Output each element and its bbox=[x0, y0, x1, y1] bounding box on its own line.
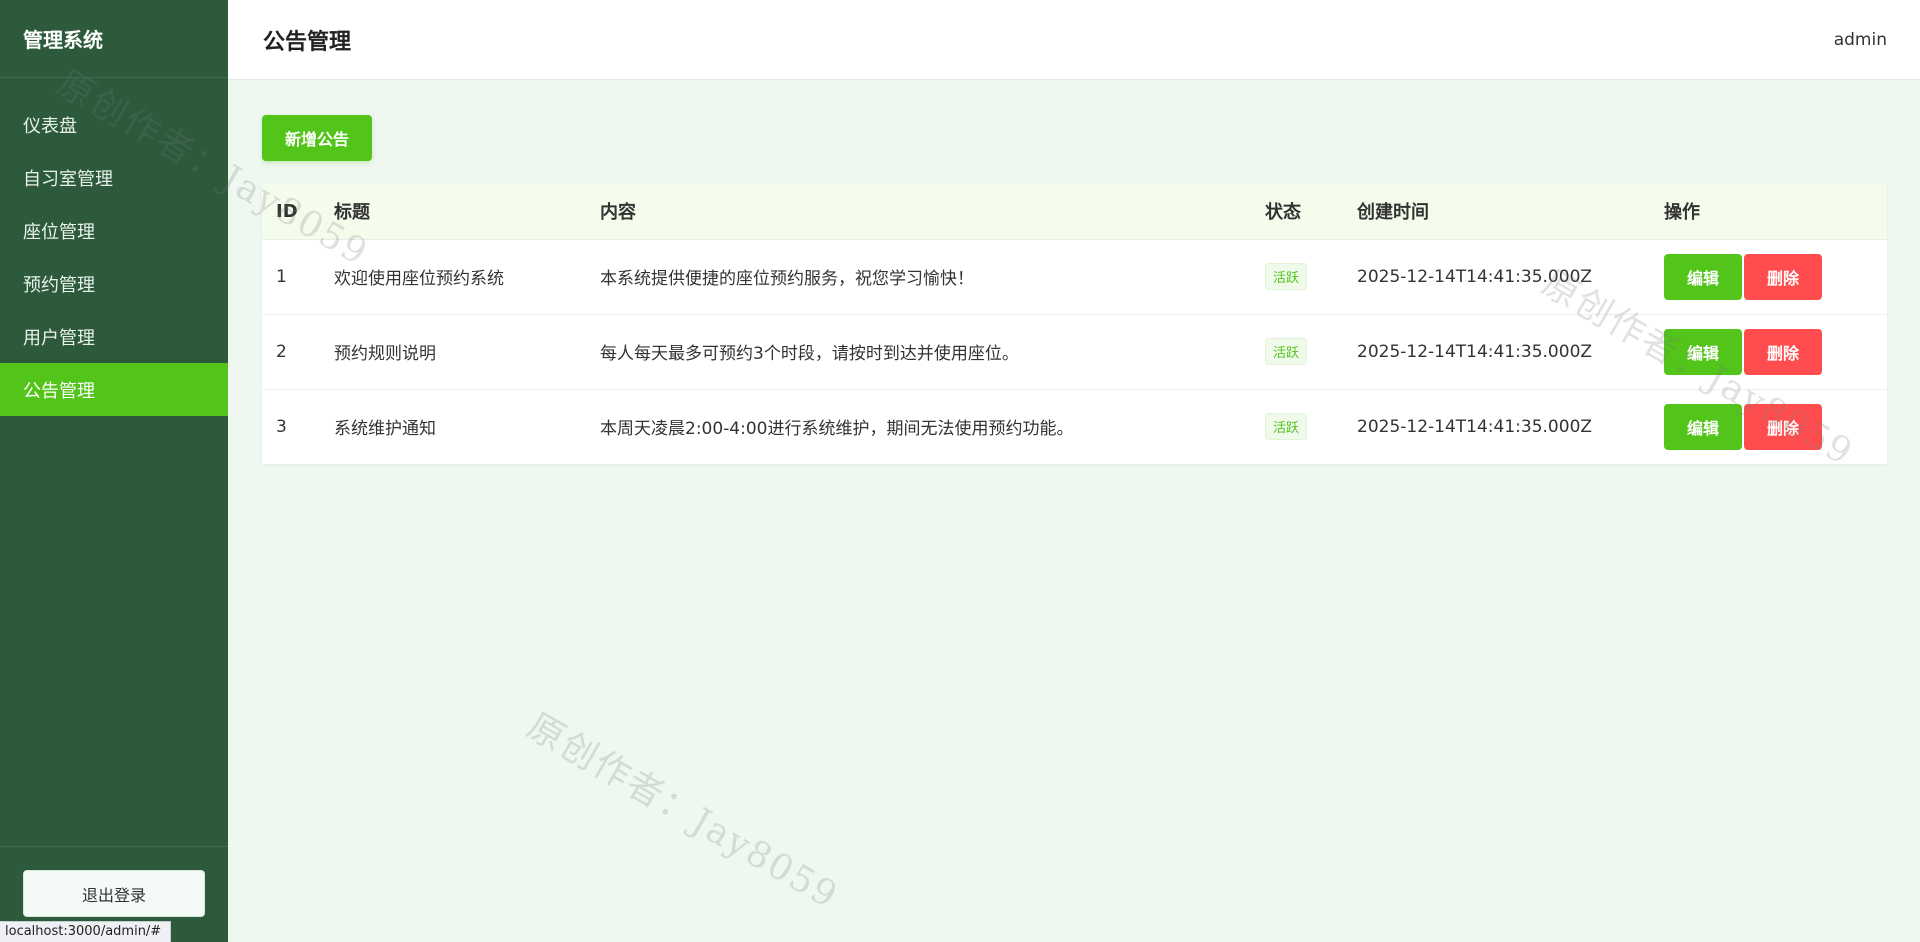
status-badge: 活跃 bbox=[1265, 338, 1308, 365]
announcement-table: ID 标题 内容 状态 创建时间 操作 1 欢迎使用座位预约系统 本系统提供便捷… bbox=[262, 184, 1887, 464]
app-root: 管理系统 仪表盘 自习室管理 座位管理 预约管理 用户管理 公告管理 退出登录 … bbox=[0, 0, 1920, 942]
cell-actions: 编辑 删除 bbox=[1650, 239, 1887, 314]
logout-button[interactable]: 退出登录 bbox=[23, 870, 205, 917]
delete-button[interactable]: 删除 bbox=[1744, 403, 1822, 450]
status-badge: 活跃 bbox=[1265, 263, 1308, 290]
cell-created: 2025-12-14T14:41:35.000Z bbox=[1357, 266, 1593, 287]
sidebar-item-dashboard[interactable]: 仪表盘 bbox=[0, 98, 228, 151]
col-header-content: 内容 bbox=[586, 184, 1251, 240]
table-row: 2 预约规则说明 每人每天最多可预约3个时段，请按时到达并使用座位。 活跃 20… bbox=[262, 314, 1887, 389]
col-header-status: 状态 bbox=[1251, 184, 1343, 240]
cell-title: 欢迎使用座位预约系统 bbox=[334, 269, 504, 289]
cell-created: 2025-12-14T14:41:35.000Z bbox=[1357, 341, 1593, 362]
cell-id: 1 bbox=[276, 266, 287, 287]
status-badge: 活跃 bbox=[1265, 413, 1308, 441]
cell-content: 本周天凌晨2:00-4:00进行系统维护，期间无法使用预约功能。 bbox=[600, 419, 1074, 440]
table-row: 1 欢迎使用座位预约系统 本系统提供便捷的座位预约服务，祝您学习愉快！ 活跃 2… bbox=[262, 239, 1887, 314]
sidebar-item-announcements[interactable]: 公告管理 bbox=[0, 363, 228, 416]
delete-button[interactable]: 删除 bbox=[1744, 328, 1822, 375]
sidebar-item-seats[interactable]: 座位管理 bbox=[0, 204, 228, 257]
table-header-row: ID 标题 内容 状态 创建时间 操作 bbox=[262, 184, 1887, 240]
sidebar-item-study-rooms[interactable]: 自习室管理 bbox=[0, 151, 228, 204]
col-header-actions: 操作 bbox=[1650, 184, 1887, 240]
edit-button[interactable]: 编辑 bbox=[1664, 328, 1742, 375]
announcement-table-card: ID 标题 内容 状态 创建时间 操作 1 欢迎使用座位预约系统 本系统提供便捷… bbox=[262, 184, 1887, 464]
col-header-created: 创建时间 bbox=[1343, 184, 1650, 240]
cell-created: 2025-12-14T14:41:35.000Z bbox=[1357, 416, 1593, 437]
add-announcement-button[interactable]: 新增公告 bbox=[262, 115, 372, 161]
sidebar-item-users[interactable]: 用户管理 bbox=[0, 310, 228, 363]
edit-button[interactable]: 编辑 bbox=[1664, 403, 1742, 450]
col-header-title: 标题 bbox=[320, 184, 586, 240]
main-content: 新增公告 ID 标题 内容 状态 创建时间 操作 1 欢迎使用座位预约系统 本系… bbox=[228, 80, 1920, 942]
col-header-id: ID bbox=[262, 184, 320, 240]
brand-title: 管理系统 bbox=[0, 0, 228, 78]
edit-button[interactable]: 编辑 bbox=[1664, 253, 1742, 300]
cell-status: 活跃 bbox=[1251, 389, 1343, 464]
sidebar-item-reservations[interactable]: 预约管理 bbox=[0, 257, 228, 310]
cell-content: 本系统提供便捷的座位预约服务，祝您学习愉快！ bbox=[600, 269, 974, 289]
cell-id: 3 bbox=[276, 416, 287, 437]
cell-title: 预约规则说明 bbox=[334, 344, 436, 364]
page-title: 公告管理 bbox=[263, 29, 352, 55]
cell-id: 2 bbox=[276, 341, 287, 362]
status-bar-url: localhost:3000/admin/# bbox=[0, 921, 172, 942]
cell-content: 每人每天最多可预约3个时段，请按时到达并使用座位。 bbox=[600, 344, 1019, 364]
cell-status: 活跃 bbox=[1251, 239, 1343, 314]
cell-actions: 编辑 删除 bbox=[1650, 389, 1887, 464]
sidebar: 管理系统 仪表盘 自习室管理 座位管理 预约管理 用户管理 公告管理 退出登录 bbox=[0, 0, 228, 942]
cell-title: 系统维护通知 bbox=[334, 419, 436, 440]
cell-actions: 编辑 删除 bbox=[1650, 314, 1887, 389]
header: 公告管理 admin bbox=[228, 0, 1920, 80]
delete-button[interactable]: 删除 bbox=[1744, 253, 1822, 300]
table-row: 3 系统维护通知 本周天凌晨2:00-4:00进行系统维护，期间无法使用预约功能… bbox=[262, 389, 1887, 464]
user-name[interactable]: admin bbox=[1834, 30, 1887, 50]
cell-status: 活跃 bbox=[1251, 314, 1343, 389]
sidebar-nav: 仪表盘 自习室管理 座位管理 预约管理 用户管理 公告管理 bbox=[0, 78, 228, 416]
